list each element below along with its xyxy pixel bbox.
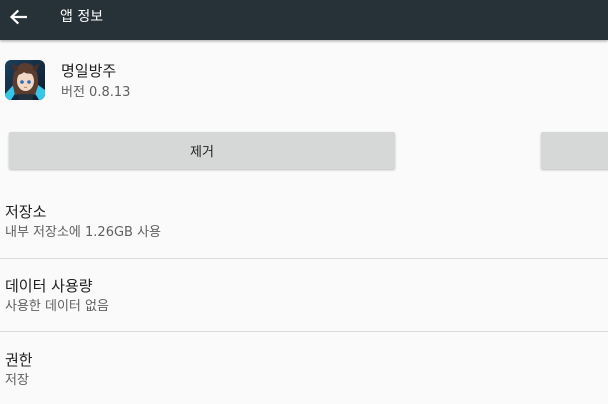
data-usage-title: 데이터 사용량 [5, 277, 93, 295]
permissions-summary: 저장 [5, 373, 29, 388]
toolbar: 앱 정보 [0, 0, 608, 40]
data-usage-item[interactable]: 데이터 사용량 사용한 데이터 없음 [0, 259, 608, 331]
data-usage-summary: 사용한 데이터 없음 [5, 299, 109, 314]
arrow-left-icon [9, 9, 27, 25]
permissions-title: 권한 [5, 351, 33, 369]
storage-title: 저장소 [5, 203, 47, 221]
app-info-screen: 앱 정보 명일방주 버전 0.8.13 제거 저장소 내부 저장소에 1.26G… [0, 0, 608, 404]
app-icon [5, 60, 45, 100]
back-button[interactable] [0, 0, 36, 34]
app-version: 버전 0.8.13 [61, 85, 131, 100]
force-stop-button[interactable] [541, 132, 608, 169]
storage-item[interactable]: 저장소 내부 저장소에 1.26GB 사용 [0, 190, 608, 258]
app-name: 명일방주 [61, 62, 117, 80]
uninstall-button[interactable]: 제거 [9, 132, 395, 169]
app-header: 명일방주 버전 0.8.13 [0, 40, 608, 122]
storage-summary: 내부 저장소에 1.26GB 사용 [5, 225, 162, 240]
permissions-item[interactable]: 권한 저장 [0, 332, 608, 404]
page-title: 앱 정보 [60, 9, 104, 25]
